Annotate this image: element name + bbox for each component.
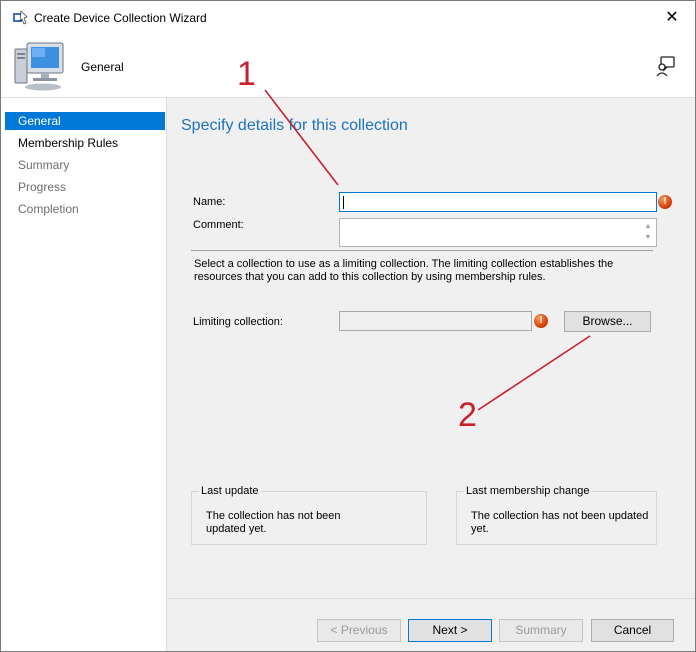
title-bar: Create Device Collection Wizard ✕ (1, 1, 695, 33)
comment-label: Comment: (193, 219, 244, 231)
comment-input[interactable]: ▲ ▼ (339, 218, 657, 247)
annotation-marker-2: 2 (458, 396, 477, 434)
wizard-header: General (1, 33, 695, 98)
wizard-footer: < Previous Next > Summary Cancel (167, 598, 695, 651)
annotation-marker-1: 1 (237, 55, 256, 93)
limiting-collection-field (339, 311, 532, 331)
name-input[interactable] (339, 192, 657, 212)
last-membership-group: Last membership change The collection ha… (456, 485, 657, 545)
header-page-title: General (81, 60, 124, 74)
close-button[interactable]: ✕ (649, 1, 695, 33)
text-caret (343, 196, 344, 209)
name-error-icon: ! (658, 195, 672, 209)
previous-button: < Previous (317, 619, 401, 642)
nav-item-general[interactable]: General (5, 112, 165, 130)
window-title: Create Device Collection Wizard (34, 11, 207, 25)
cancel-button[interactable]: Cancel (591, 619, 674, 642)
content-panel: Specify details for this collection Name… (167, 98, 695, 598)
scroll-up-icon[interactable]: ▲ (642, 221, 654, 232)
limiting-error-icon: ! (534, 314, 548, 328)
last-update-group: Last update The collection has not been … (191, 485, 427, 545)
last-membership-text: The collection has not been updated yet. (471, 510, 649, 535)
next-button[interactable]: Next > (408, 619, 492, 642)
limiting-collection-label: Limiting collection: (193, 316, 283, 328)
close-icon: ✕ (665, 9, 679, 26)
last-membership-legend: Last membership change (464, 485, 592, 497)
scroll-down-icon[interactable]: ▼ (642, 232, 654, 243)
nav-item-completion: Completion (18, 202, 79, 216)
help-feedback-icon[interactable] (655, 55, 677, 77)
summary-button: Summary (499, 619, 583, 642)
page-heading: Specify details for this collection (181, 117, 408, 134)
nav-item-membership-rules[interactable]: Membership Rules (5, 134, 165, 152)
name-label: Name: (193, 196, 226, 208)
computer-icon (14, 42, 64, 91)
limiting-description: Select a collection to use as a limiting… (194, 258, 614, 283)
separator (191, 250, 653, 251)
nav-item-progress: Progress (18, 180, 67, 194)
wizard-app-icon (13, 10, 28, 25)
browse-button[interactable]: Browse... (564, 311, 651, 332)
nav-item-summary: Summary (18, 158, 70, 172)
wizard-window: Create Device Collection Wizard ✕ Genera… (0, 0, 696, 652)
last-update-text: The collection has not been updated yet. (206, 510, 341, 535)
wizard-nav: General Membership Rules Summary Progres… (1, 98, 167, 651)
comment-scrollbar[interactable]: ▲ ▼ (642, 221, 654, 243)
last-update-legend: Last update (199, 485, 261, 497)
